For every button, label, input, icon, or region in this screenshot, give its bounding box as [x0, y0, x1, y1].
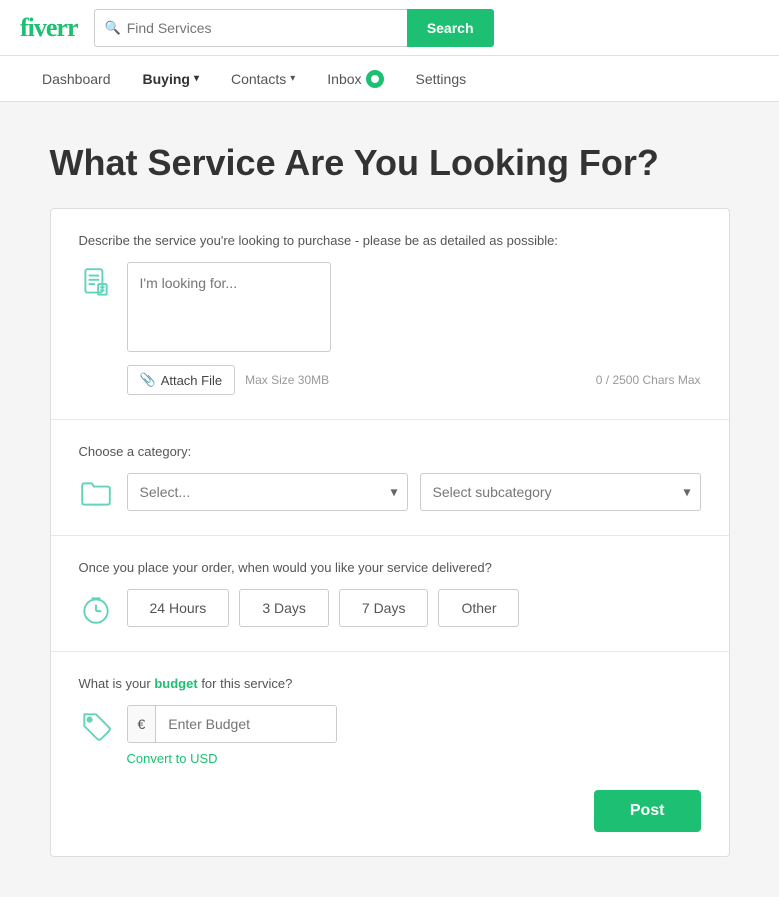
- search-button[interactable]: Search: [407, 9, 494, 47]
- describe-label: Describe the service you're looking to p…: [79, 233, 701, 248]
- search-input-wrapper: 🔍: [94, 9, 407, 47]
- textarea-container: 📎 Attach File Max Size 30MB 0 / 2500 Cha…: [127, 262, 701, 395]
- category-select[interactable]: Select...: [127, 473, 408, 511]
- chevron-down-icon: ▾: [194, 73, 199, 84]
- post-button-row: Post: [79, 790, 701, 832]
- document-icon: [79, 266, 113, 300]
- describe-content: 📎 Attach File Max Size 30MB 0 / 2500 Cha…: [79, 262, 701, 395]
- delivery-other-button[interactable]: Other: [438, 589, 519, 627]
- main-content: What Service Are You Looking For? Descri…: [30, 142, 750, 857]
- delivery-buttons: 24 Hours 3 Days 7 Days Other: [127, 589, 701, 627]
- nav-label-buying: Buying: [143, 71, 190, 87]
- form-card: Describe the service you're looking to p…: [50, 208, 730, 857]
- nav-item-contacts[interactable]: Contacts ▾: [219, 56, 307, 102]
- delivery-section: Once you place your order, when would yo…: [50, 536, 730, 652]
- fiverr-logo: fiverr: [20, 13, 78, 43]
- main-nav: Dashboard Buying ▾ Contacts ▾ Inbox Sett…: [0, 56, 779, 102]
- subcategory-select-wrapper: Select subcategory: [420, 473, 701, 511]
- delivery-3days-button[interactable]: 3 Days: [239, 589, 329, 627]
- budget-content: € Convert to USD: [79, 705, 701, 766]
- nav-item-settings[interactable]: Settings: [404, 56, 479, 102]
- budget-label: What is your budget for this service?: [79, 676, 701, 691]
- attach-file-button[interactable]: 📎 Attach File: [127, 365, 236, 395]
- describe-section: Describe the service you're looking to p…: [50, 208, 730, 420]
- category-selects: Select... Select subcategory: [127, 473, 701, 511]
- delivery-24hours-button[interactable]: 24 Hours: [127, 589, 230, 627]
- nav-item-inbox[interactable]: Inbox: [315, 56, 395, 102]
- page-title: What Service Are You Looking For?: [50, 142, 730, 184]
- paperclip-icon: 📎: [140, 372, 156, 388]
- char-count: 0 / 2500 Chars Max: [596, 373, 701, 387]
- tag-icon: [79, 709, 113, 743]
- budget-label-rest: for this service?: [201, 676, 292, 691]
- nav-label-inbox: Inbox: [327, 71, 361, 87]
- delivery-7days-button[interactable]: 7 Days: [339, 589, 429, 627]
- clock-icon: [79, 593, 113, 627]
- category-select-wrapper: Select...: [127, 473, 408, 511]
- search-bar: 🔍 Search: [94, 9, 494, 47]
- chevron-down-icon: ▾: [290, 73, 295, 84]
- header: fiverr 🔍 Search: [0, 0, 779, 56]
- category-section: Choose a category: Select... Se: [50, 420, 730, 536]
- textarea-footer: 📎 Attach File Max Size 30MB 0 / 2500 Cha…: [127, 365, 701, 395]
- search-input[interactable]: [127, 20, 397, 36]
- category-content: Select... Select subcategory: [79, 473, 701, 511]
- subcategory-select[interactable]: Select subcategory: [420, 473, 701, 511]
- currency-symbol: €: [128, 706, 157, 742]
- max-size-label: Max Size 30MB: [245, 373, 329, 387]
- delivery-content: 24 Hours 3 Days 7 Days Other: [79, 589, 701, 627]
- service-description-textarea[interactable]: [127, 262, 331, 352]
- search-icon: 🔍: [105, 20, 121, 36]
- budget-input-wrapper: €: [127, 705, 338, 743]
- delivery-label: Once you place your order, when would yo…: [79, 560, 701, 575]
- convert-to-usd-link[interactable]: Convert to USD: [127, 751, 338, 766]
- budget-input-section: € Convert to USD: [127, 705, 338, 766]
- nav-label-contacts: Contacts: [231, 71, 286, 87]
- attach-label: Attach File: [161, 373, 222, 388]
- nav-item-dashboard[interactable]: Dashboard: [30, 56, 123, 102]
- budget-input[interactable]: [156, 706, 336, 742]
- post-button[interactable]: Post: [594, 790, 701, 832]
- budget-section: What is your budget for this service? € …: [50, 652, 730, 857]
- nav-label-dashboard: Dashboard: [42, 71, 111, 87]
- budget-label-highlight: budget: [154, 676, 197, 691]
- category-label: Choose a category:: [79, 444, 701, 459]
- nav-item-buying[interactable]: Buying ▾: [131, 56, 211, 102]
- inbox-badge: [366, 70, 384, 88]
- nav-label-settings: Settings: [416, 71, 467, 87]
- folder-icon: [79, 477, 113, 511]
